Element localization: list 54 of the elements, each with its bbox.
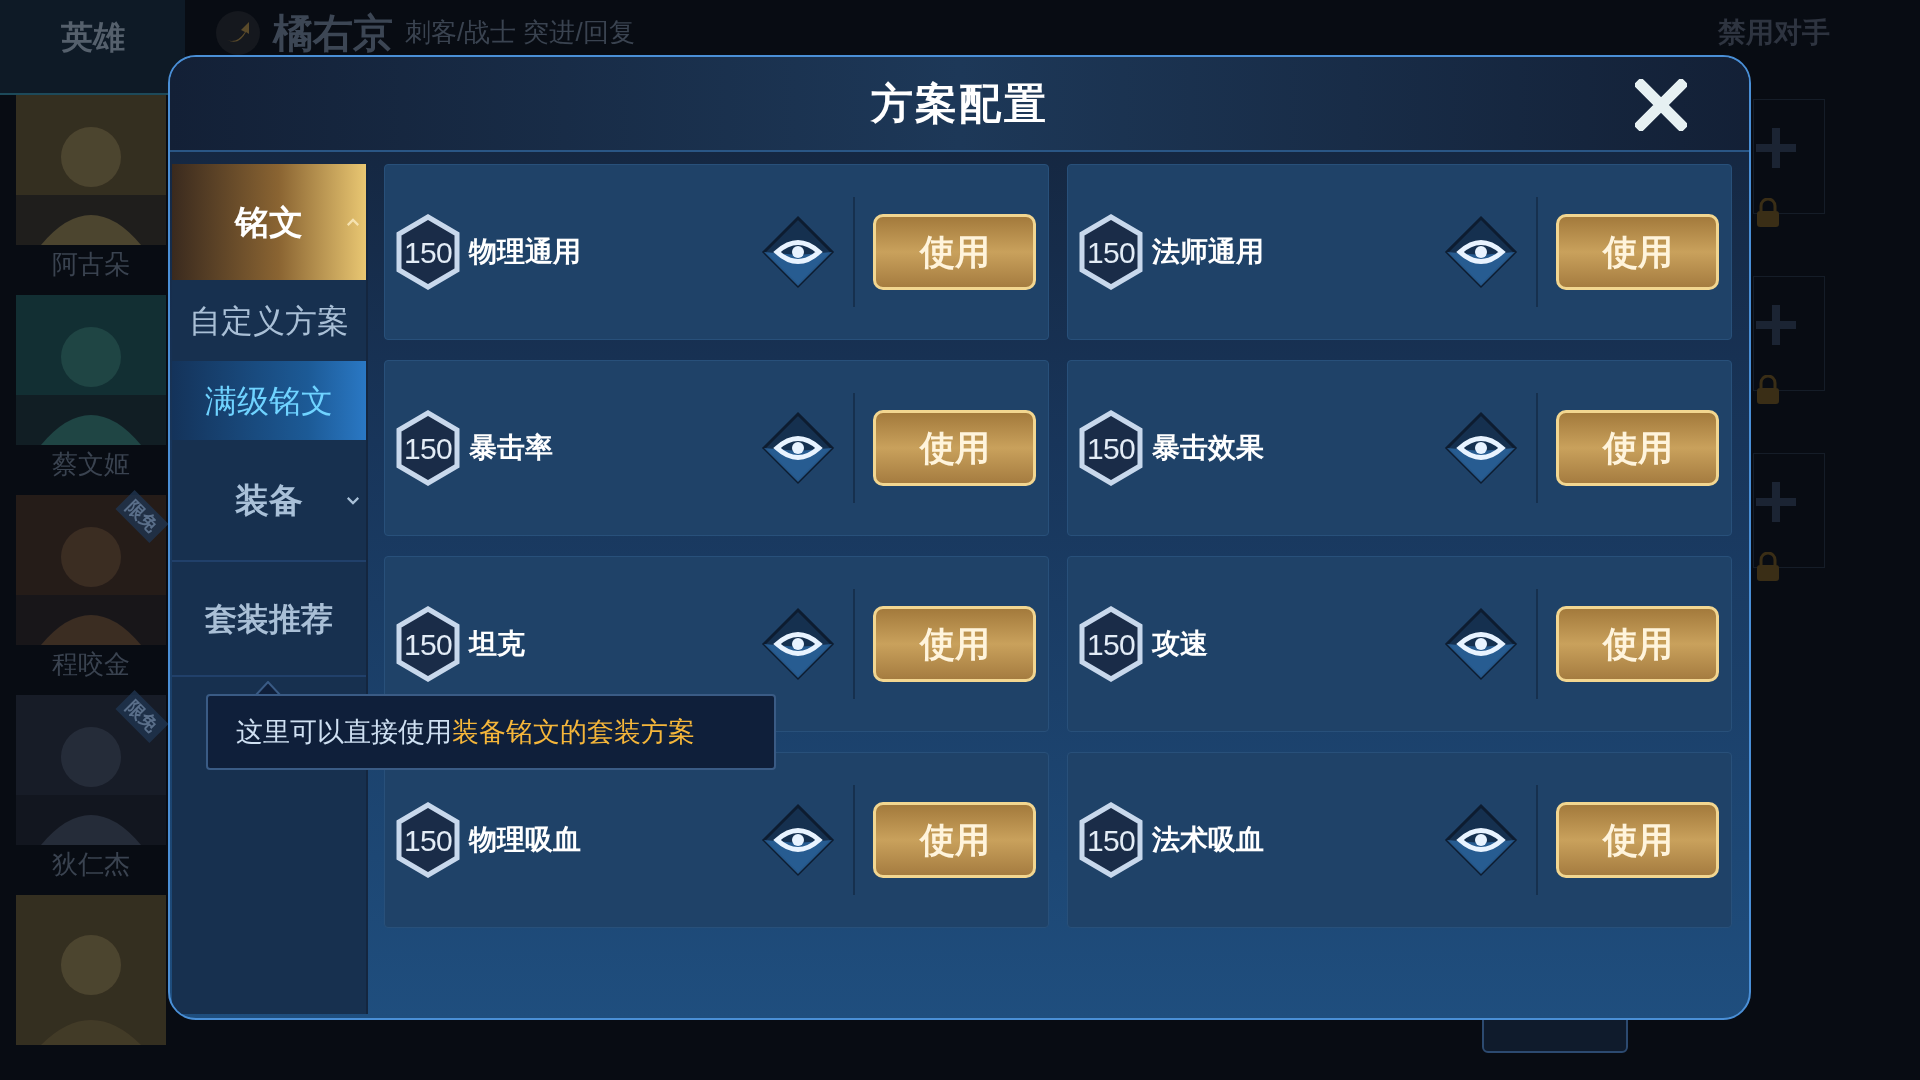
lock-icon: [1756, 198, 1780, 228]
use-button[interactable]: 使用: [1556, 214, 1719, 290]
level-badge: 150: [395, 802, 461, 878]
preview-eye-icon[interactable]: [761, 215, 835, 289]
caret-icon: [346, 217, 360, 227]
sidebar-group[interactable]: 装备: [172, 440, 366, 560]
use-button[interactable]: 使用: [1556, 606, 1719, 682]
close-icon: [1635, 79, 1687, 131]
preview-eye-icon[interactable]: [1444, 411, 1518, 485]
sidebar-item[interactable]: 自定义方案: [172, 280, 366, 361]
preset-name: 法师通用: [1152, 235, 1265, 269]
use-button[interactable]: 使用: [873, 410, 1036, 486]
use-button[interactable]: 使用: [873, 606, 1036, 682]
preset-name: 物理通用: [469, 235, 582, 269]
preview-eye-icon[interactable]: [761, 803, 835, 877]
preset-name: 法术吸血: [1152, 823, 1265, 857]
preview-eye-icon[interactable]: [761, 607, 835, 681]
preview-eye-icon[interactable]: [1444, 215, 1518, 289]
dialog-title: 方案配置: [871, 79, 1048, 129]
hero-roles: 刺客/战士 突进/回复: [405, 16, 635, 49]
hero-name-label: 阿古朵: [52, 248, 130, 281]
level-badge: 150: [1078, 410, 1144, 486]
use-button[interactable]: 使用: [1556, 410, 1719, 486]
level-badge: 150: [1078, 214, 1144, 290]
preset-name: 暴击效果: [1152, 431, 1265, 465]
hero-name: 橘右京: [273, 9, 393, 57]
top-tab[interactable]: 英雄: [0, 0, 185, 95]
preview-eye-icon[interactable]: [761, 411, 835, 485]
hero-emblem-icon: [215, 9, 261, 56]
hero-name-label: 程咬金: [52, 648, 130, 681]
level-badge: 150: [395, 606, 461, 682]
preset-name: 物理吸血: [469, 823, 582, 857]
use-button[interactable]: 使用: [1556, 802, 1719, 878]
sidebar-group[interactable]: 铭文: [172, 164, 366, 280]
preset-name: 暴击率: [469, 431, 554, 465]
preview-eye-icon[interactable]: [1444, 607, 1518, 681]
level-badge: 150: [395, 214, 461, 290]
use-button[interactable]: 使用: [873, 802, 1036, 878]
level-badge: 150: [395, 410, 461, 486]
hero-name-label: 蔡文姬: [52, 448, 130, 481]
hero-name-label: 狄仁杰: [52, 848, 130, 881]
lock-icon: [1756, 375, 1780, 405]
sidebar-item[interactable]: 满级铭文: [172, 361, 366, 440]
sidebar-item[interactable]: 套装推荐: [172, 560, 366, 677]
preset-name: 坦克: [469, 627, 526, 661]
lock-icon: [1756, 552, 1780, 582]
use-button[interactable]: 使用: [873, 214, 1036, 290]
level-badge: 150: [1078, 802, 1144, 878]
caret-icon: [346, 495, 360, 505]
level-badge: 150: [1078, 606, 1144, 682]
tooltip-text: 这里可以直接使用装备铭文的套装方案: [236, 715, 695, 749]
preview-eye-icon[interactable]: [1444, 803, 1518, 877]
close-button[interactable]: [1633, 77, 1689, 133]
preset-name: 攻速: [1152, 627, 1209, 661]
